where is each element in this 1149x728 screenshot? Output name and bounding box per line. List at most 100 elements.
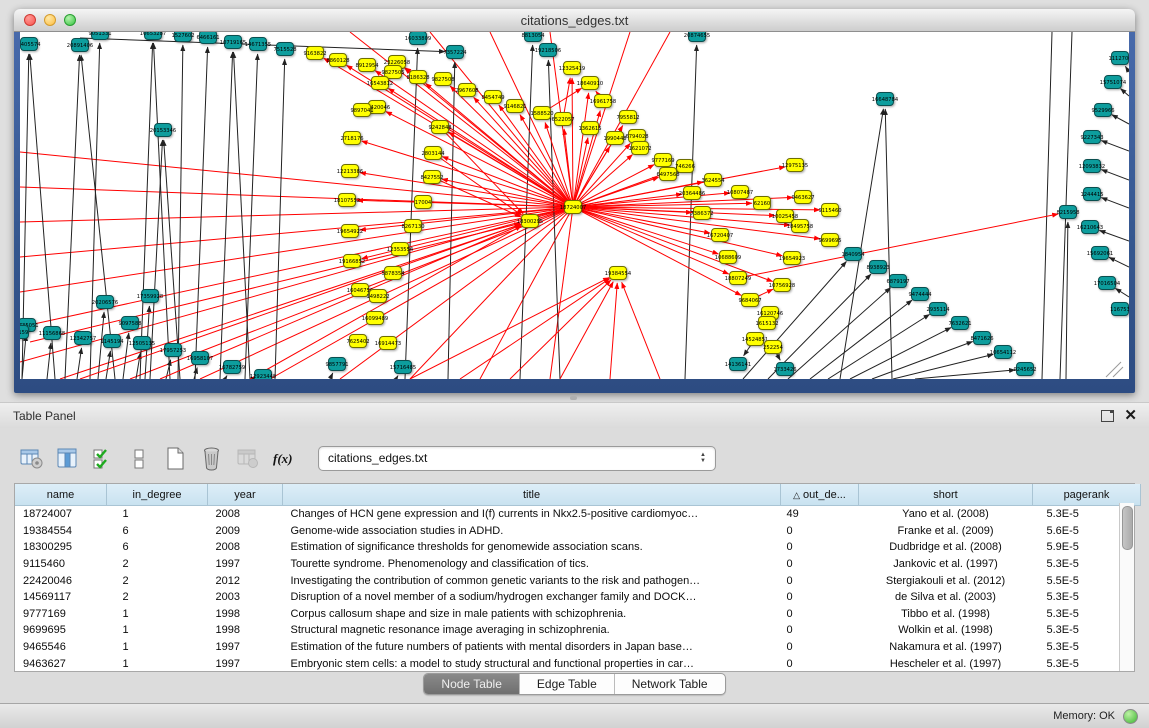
new-file-icon[interactable]	[162, 445, 189, 472]
cell-out_degree: 0	[781, 655, 859, 672]
status-bar: Memory: OK	[0, 703, 1149, 728]
column-header-in_degree[interactable]: in_degree	[107, 484, 208, 506]
network-node-label: 7386372	[690, 211, 713, 217]
network-node-label: 8267130	[401, 224, 424, 230]
cell-out_degree: 0	[781, 523, 859, 540]
network-node-label: 1498222	[366, 294, 389, 300]
panel-divider[interactable]	[0, 393, 1149, 402]
cell-short: Dudbridge et al. (2008)	[859, 539, 1033, 556]
network-window-titlebar[interactable]: citations_edges.txt	[14, 9, 1135, 32]
table-row[interactable]: 946554611997Estimation of the future num…	[15, 639, 1141, 656]
cell-title: Estimation of significance thresholds fo…	[283, 539, 781, 556]
column-header-out_degree[interactable]: △out_de...	[781, 484, 859, 506]
table-row[interactable]: 1872400712008Changes of HCN gene express…	[15, 506, 1141, 523]
divider-grip-icon	[570, 396, 577, 400]
network-node-label: 20364486	[679, 191, 705, 197]
cell-short: Stergiakouli et al. (2012)	[859, 572, 1033, 589]
tab-node-table[interactable]: Node Table	[424, 674, 519, 694]
network-node-label: 1615132	[755, 321, 778, 327]
cell-title: Genome-wide association studies in ADHD.	[283, 523, 781, 540]
citation-network-graph[interactable]: 1405574208914069051331106532871527602646…	[20, 32, 1129, 379]
column-header-title[interactable]: title	[283, 484, 781, 506]
network-edge	[140, 43, 153, 379]
table-row[interactable]: 1830029562008Estimation of significance …	[15, 539, 1141, 556]
tab-network-table[interactable]: Network Table	[614, 674, 725, 694]
network-edge	[330, 373, 333, 379]
delete-table-icon	[234, 445, 261, 472]
table-row[interactable]: 946362711997Embryonic stem cells: a mode…	[15, 655, 1141, 672]
cell-in_degree: 2	[107, 572, 208, 589]
network-node-label: 1733426	[773, 367, 796, 373]
float-panel-icon[interactable]	[1101, 410, 1114, 422]
network-edge	[1099, 230, 1129, 241]
cell-out_degree: 0	[781, 622, 859, 639]
tab-edge-table[interactable]: Edge Table	[519, 674, 614, 694]
table-row[interactable]: 2242004622012Investigating the contribut…	[15, 572, 1141, 589]
cell-out_degree: 0	[781, 589, 859, 606]
network-node-label: 2967608	[455, 88, 478, 94]
cell-short: Nakamura et al. (1997)	[859, 639, 1033, 656]
cell-title: Corpus callosum shape and size in male p…	[283, 606, 781, 623]
table-row[interactable]: 911546021997Tourette syndrome. Phenomeno…	[15, 556, 1141, 573]
table-scrollbar-thumb[interactable]	[1122, 506, 1133, 550]
network-edge	[220, 52, 233, 379]
network-node-label: 16543812	[367, 81, 393, 87]
network-node-label: 10653287	[140, 32, 166, 37]
cell-year: 1997	[208, 639, 283, 656]
table-panel-header: Table Panel ✕	[0, 402, 1149, 430]
memory-status-led	[1123, 709, 1138, 724]
table-row[interactable]: 977716911998Corpus callosum shape and si…	[15, 606, 1141, 623]
cell-name: 19384554	[15, 523, 107, 540]
delete-rows-icon[interactable]	[198, 445, 225, 472]
network-edge	[30, 223, 520, 342]
column-header-name[interactable]: name	[15, 484, 107, 506]
network-edge	[1115, 288, 1129, 297]
network-node-label: 10688609	[715, 255, 741, 261]
network-selector-dropdown[interactable]: citations_edges.txt ▲▼	[318, 446, 716, 471]
cell-in_degree: 1	[107, 639, 208, 656]
function-builder-icon[interactable]: f(x)	[270, 445, 297, 472]
network-edge	[915, 370, 1015, 379]
window-title: citations_edges.txt	[14, 13, 1135, 28]
network-node-label: 8186328	[406, 75, 429, 81]
cell-year: 1998	[208, 622, 283, 639]
network-node-label: 9245652	[1013, 367, 1036, 373]
network-node-label: 1588520	[530, 111, 553, 117]
network-node-label: 7515528	[273, 47, 296, 53]
network-canvas[interactable]: 1405574208914069051331106532871527602646…	[20, 32, 1129, 379]
network-edge	[1112, 115, 1129, 124]
table-row[interactable]: 969969511998Structural magnetic resonanc…	[15, 622, 1141, 639]
deselect-all-icon[interactable]	[126, 445, 153, 472]
network-edge	[410, 278, 609, 379]
network-node-label: 19654923	[779, 256, 805, 262]
table-panel-title: Table Panel	[13, 409, 76, 423]
network-edge	[47, 343, 51, 379]
network-node-label: 20874655	[684, 33, 710, 39]
network-node-label: 10654112	[990, 350, 1016, 356]
network-node-label: 20206576	[92, 300, 118, 306]
network-node-label: 7632621	[948, 321, 971, 327]
network-node-label: 3624554	[701, 178, 725, 184]
column-visibility-icon[interactable]	[54, 445, 81, 472]
cell-year: 1997	[208, 655, 283, 672]
select-all-icon[interactable]	[90, 445, 117, 472]
table-settings-icon[interactable]	[18, 445, 45, 472]
cell-out_degree: 49	[781, 506, 859, 523]
network-node-label: 1145194	[100, 339, 124, 345]
network-node-label: 16961758	[590, 99, 616, 105]
network-node-label: 12342757	[70, 336, 96, 342]
network-node-label: 12505135	[129, 341, 155, 347]
network-node-label: 16720407	[707, 233, 733, 239]
close-panel-icon[interactable]: ✕	[1124, 409, 1137, 423]
table-row[interactable]: 1938455462009Genome-wide association stu…	[15, 523, 1141, 540]
table-row[interactable]: 1456911722003Disruption of a novel membe…	[15, 589, 1141, 606]
network-edge	[386, 112, 573, 207]
network-node-label: 23226058	[384, 60, 410, 66]
network-edge	[405, 48, 418, 379]
column-header-year[interactable]: year	[208, 484, 283, 506]
cell-year: 2003	[208, 589, 283, 606]
column-header-short[interactable]: short	[859, 484, 1033, 506]
cell-in_degree: 2	[107, 556, 208, 573]
network-node-label: 62160	[754, 201, 771, 207]
table-scrollbar[interactable]	[1119, 503, 1134, 671]
